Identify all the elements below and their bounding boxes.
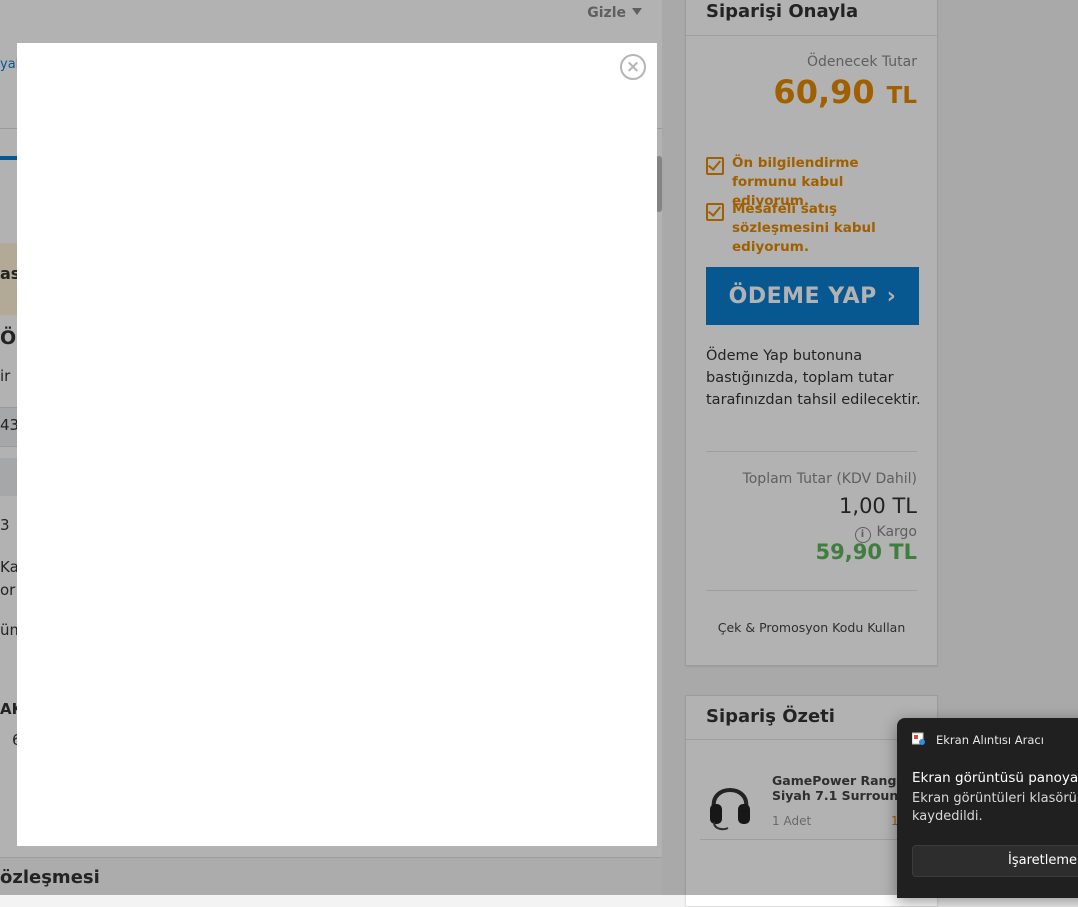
snipping-tool-icon bbox=[912, 732, 925, 745]
notification-body-line: kaydedildi. bbox=[912, 809, 983, 824]
notification-title: Ekran görüntüsü panoya ko bbox=[912, 770, 1078, 786]
notification-app-name: Ekran Alıntısı Aracı bbox=[936, 733, 1044, 747]
notification-body-line: Ekran görüntüleri klasörüne bbox=[912, 791, 1078, 806]
markup-button[interactable]: İşaretleme v bbox=[912, 845, 1078, 877]
close-icon[interactable]: × bbox=[620, 54, 646, 80]
notification-body: Ekran görüntüleri klasörüne kaydedildi. bbox=[912, 790, 1078, 826]
snip-notification[interactable]: Ekran Alıntısı Aracı Ekran görüntüsü pan… bbox=[897, 718, 1078, 898]
modal-dialog: × bbox=[17, 43, 657, 846]
